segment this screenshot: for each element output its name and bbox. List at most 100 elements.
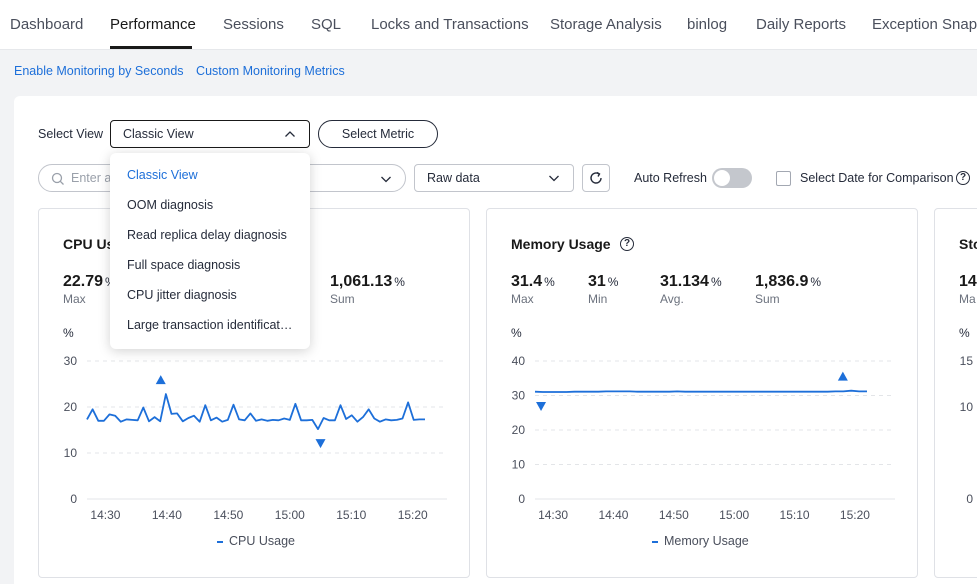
storage-stat-max: 14 Ma — [959, 273, 977, 306]
select-metric-button[interactable]: Select Metric — [318, 120, 438, 148]
tab-daily-reports[interactable]: Daily Reports — [756, 16, 846, 33]
legend-marker — [217, 540, 223, 543]
memory-stat-sum-unit: % — [810, 275, 822, 289]
min-marker — [536, 402, 547, 412]
memory-usage-chart: % 40 30 20 10 0 14:30 14:40 14:50 15:00 15:10 15:20 — [511, 326, 895, 522]
memory-stat-sum-value: 1,836.9 — [755, 273, 809, 290]
max-marker — [155, 375, 166, 385]
memory-stat-sum: 1,836.9% Sum — [755, 273, 821, 306]
y-tick-label: 15 — [960, 354, 974, 368]
x-tick-label: 14:30 — [90, 508, 120, 522]
chevron-up-icon — [285, 131, 295, 137]
storage-card: Sto 14 Ma % 15 10 0 — [934, 208, 977, 578]
custom-monitoring-metrics-link[interactable]: Custom Monitoring Metrics — [196, 64, 345, 78]
tab-exception-snapshots[interactable]: Exception Snapshots — [872, 16, 977, 33]
y-tick-label: 30 — [512, 389, 526, 403]
y-tick-label: 10 — [512, 458, 526, 472]
tab-performance[interactable]: Performance — [110, 16, 196, 33]
view-option-full-space[interactable]: Full space diagnosis — [127, 258, 297, 272]
refresh-icon — [590, 171, 602, 184]
tab-storage-analysis[interactable]: Storage Analysis — [550, 16, 662, 33]
memory-usage-legend[interactable]: Memory Usage — [652, 534, 749, 548]
memory-stat-avg: 31.134% Avg. — [660, 273, 722, 306]
x-tick-label: 15:10 — [336, 508, 366, 522]
cpu-usage-legend-label: CPU Usage — [229, 534, 295, 548]
cpu-usage-chart: % 30 20 10 0 14:30 14:40 14:50 15:00 15:10 15:20 — [63, 326, 447, 522]
view-option-oom[interactable]: OOM diagnosis — [127, 198, 297, 212]
view-dropdown-menu: Classic View OOM diagnosis Read replica … — [110, 153, 310, 349]
y-tick-label: 0 — [518, 492, 525, 506]
y-axis-unit-label: % — [511, 326, 522, 340]
compare-date-label: Select Date for Comparison — [800, 171, 954, 185]
x-tick-label: 14:30 — [538, 508, 568, 522]
memory-stat-min-unit: % — [607, 275, 619, 289]
memory-stat-min-label: Min — [588, 292, 608, 306]
x-tick-label: 15:00 — [275, 508, 305, 522]
memory-stat-max-value: 31.4 — [511, 273, 543, 290]
active-tab-indicator — [110, 46, 192, 49]
auto-refresh-label: Auto Refresh — [634, 171, 707, 185]
chevron-down-icon — [549, 175, 559, 182]
series-line — [86, 393, 425, 430]
cpu-usage-legend[interactable]: CPU Usage — [217, 534, 295, 548]
search-icon — [51, 172, 64, 185]
view-option-classic[interactable]: Classic View — [127, 168, 297, 182]
y-tick-label: 20 — [512, 423, 526, 437]
auto-refresh-toggle[interactable] — [712, 168, 752, 188]
refresh-button[interactable] — [582, 164, 610, 192]
view-option-large-transaction[interactable]: Large transaction identification — [127, 318, 295, 332]
view-option-cpu-jitter[interactable]: CPU jitter diagnosis — [127, 288, 297, 302]
help-icon[interactable]: ? — [620, 237, 634, 251]
select-view-dropdown[interactable]: Classic View — [110, 120, 310, 148]
memory-stat-min: 31% Min — [588, 273, 618, 306]
tab-bar: Dashboard Performance Sessions SQL Locks… — [0, 0, 977, 50]
y-tick-label: 0 — [966, 492, 973, 506]
select-view-label: Select View — [38, 127, 104, 141]
y-tick-label: 40 — [512, 354, 526, 368]
cpu-stat-max-label: Max — [63, 292, 86, 306]
memory-stat-avg-value: 31.134 — [660, 273, 709, 290]
tab-binlog[interactable]: binlog — [687, 16, 727, 33]
memory-stat-sum-label: Sum — [755, 292, 780, 306]
y-tick-label: 10 — [64, 446, 78, 460]
data-mode-select[interactable]: Raw data — [414, 164, 574, 192]
memory-stat-max-unit: % — [544, 275, 555, 289]
cpu-stat-sum-label: Sum — [330, 292, 355, 306]
y-tick-label: 20 — [64, 400, 78, 414]
cpu-stat-sum-value: 1,061.13 — [330, 273, 393, 290]
x-tick-label: 14:40 — [152, 508, 182, 522]
memory-stat-min-value: 31 — [588, 273, 606, 290]
tab-dashboard[interactable]: Dashboard — [10, 16, 83, 33]
x-tick-label: 15:10 — [780, 508, 810, 522]
memory-stat-avg-label: Avg. — [660, 292, 684, 306]
y-tick-label: 10 — [960, 400, 974, 414]
data-mode-value: Raw data — [427, 171, 480, 185]
memory-stat-max: 31.4% Max — [511, 273, 555, 306]
max-marker — [837, 371, 848, 381]
storage-stat-max-value: 14 — [959, 273, 977, 290]
select-view-value: Classic View — [123, 127, 194, 141]
x-tick-label: 14:50 — [659, 508, 689, 522]
x-tick-label: 15:20 — [840, 508, 870, 522]
tab-sessions[interactable]: Sessions — [223, 16, 284, 33]
memory-stat-max-label: Max — [511, 292, 534, 306]
storage-chart: % 15 10 0 — [959, 326, 974, 506]
enable-monitoring-by-seconds-link[interactable]: Enable Monitoring by Seconds — [14, 64, 184, 78]
monitoring-links: Enable Monitoring by Seconds Custom Moni… — [14, 64, 354, 78]
cpu-stat-sum: 1,061.13% Sum — [330, 273, 405, 306]
tab-sql[interactable]: SQL — [311, 16, 341, 33]
memory-usage-legend-label: Memory Usage — [664, 534, 749, 548]
cpu-stat-max: 22.79% Max — [63, 273, 116, 306]
y-tick-label: 0 — [70, 492, 77, 506]
y-axis-unit-label: % — [959, 326, 970, 340]
series-line — [534, 389, 867, 393]
tab-locks-transactions[interactable]: Locks and Transactions — [371, 16, 529, 33]
chevron-down-icon — [381, 176, 391, 183]
x-tick-label: 14:40 — [598, 508, 628, 522]
memory-usage-card: Memory Usage ? 31.4% Max 31% Min 31.134%… — [486, 208, 918, 578]
compare-date-checkbox[interactable] — [776, 171, 791, 186]
min-marker — [315, 439, 326, 449]
help-icon[interactable]: ? — [956, 171, 970, 185]
view-option-read-replica-delay[interactable]: Read replica delay diagnosis — [127, 228, 297, 242]
storage-stat-max-label: Ma — [959, 292, 976, 306]
